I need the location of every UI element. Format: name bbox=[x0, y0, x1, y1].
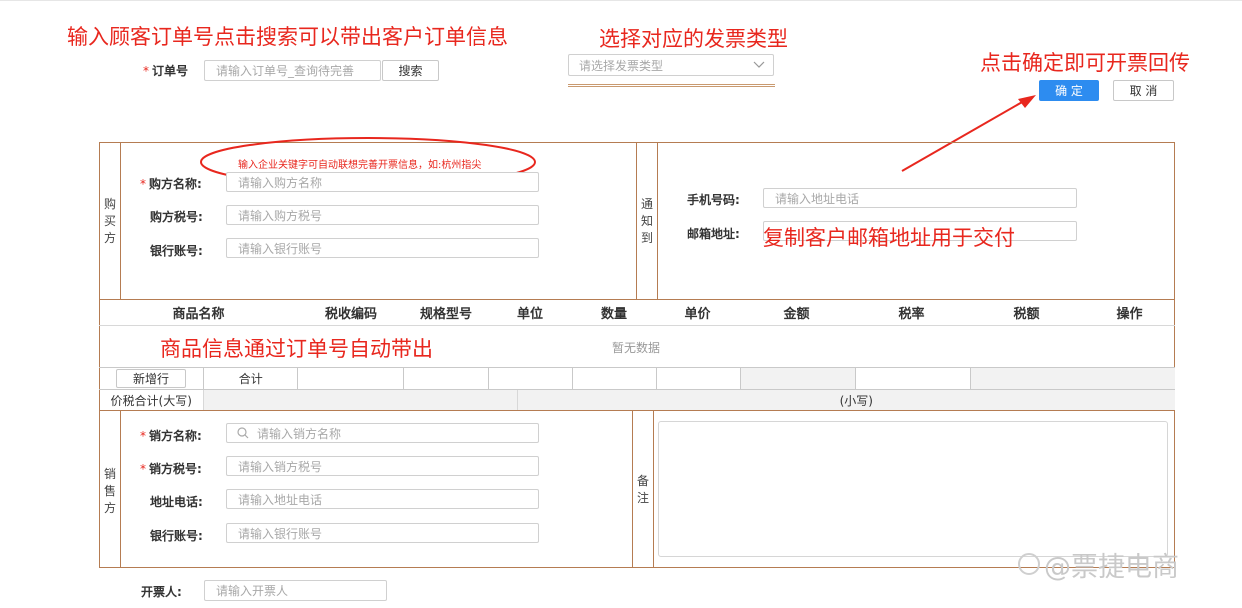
goods-table-header: 商品名称 税收编码 规格型号 单位 数量 单价 金额 税率 税额 操作 bbox=[99, 300, 1175, 325]
total-cell-tax-code bbox=[298, 368, 405, 389]
add-row-cell: 新增行 bbox=[99, 368, 205, 389]
search-icon bbox=[237, 427, 249, 439]
email-label: 邮箱地址: bbox=[687, 227, 740, 241]
notify-divider-left bbox=[636, 142, 637, 299]
total-tax-amount-cell bbox=[970, 368, 1175, 389]
seller-name-placeholder: 请输入销方名称 bbox=[257, 426, 342, 441]
seller-address-input[interactable]: 请输入地址电话 bbox=[226, 489, 539, 509]
total-cell-quantity bbox=[573, 368, 658, 389]
watermark-logo-icon bbox=[1018, 553, 1040, 575]
email-annotation: 复制客户邮箱地址用于交付 bbox=[763, 226, 1015, 250]
watermark-text: @票捷电商 bbox=[1044, 552, 1179, 583]
seller-bank-input[interactable]: 请输入银行账号 bbox=[226, 523, 539, 543]
total-tax-rate-cell bbox=[856, 368, 971, 389]
seller-tax-input[interactable]: 请输入销方税号 bbox=[226, 456, 539, 476]
notify-divider-right bbox=[657, 142, 658, 299]
remark-section-label: 备注 bbox=[636, 474, 649, 505]
seller-tax-label: * 销方税号: bbox=[140, 462, 202, 476]
issuer-label: 开票人: bbox=[141, 585, 182, 599]
buyer-bank-input[interactable]: 请输入银行账号 bbox=[226, 238, 539, 258]
price-tax-upper-value bbox=[203, 390, 518, 410]
buyer-name-label: * 购方名称: bbox=[140, 177, 202, 191]
price-tax-total-row: 价税合计(大写) (小写) bbox=[99, 390, 1175, 410]
seller-bank-label: 银行账号: bbox=[150, 529, 203, 543]
totals-row: 新增行 合计 bbox=[99, 368, 1175, 389]
price-tax-lower-cell: (小写) bbox=[517, 390, 1175, 410]
header-spec: 规格型号 bbox=[419, 307, 472, 322]
header-unit: 单位 bbox=[516, 307, 543, 322]
header-actions: 操作 bbox=[1116, 307, 1143, 322]
buyer-section-label: 购买方 bbox=[103, 197, 116, 245]
seller-address-label: 地址电话: bbox=[150, 495, 203, 509]
buyer-name-input[interactable]: 请输入购方名称 bbox=[226, 172, 539, 192]
remark-textarea[interactable] bbox=[658, 421, 1168, 557]
seller-top-border bbox=[99, 410, 1175, 411]
header-tax-rate: 税率 bbox=[898, 307, 925, 322]
buyer-bank-label: 银行账号: bbox=[150, 244, 203, 258]
buyer-tax-input[interactable]: 请输入购方税号 bbox=[226, 205, 539, 225]
header-unit-price: 单价 bbox=[684, 307, 711, 322]
goods-annotation: 商品信息通过订单号自动带出 bbox=[160, 337, 433, 361]
issuer-input[interactable]: 请输入开票人 bbox=[204, 580, 387, 601]
seller-section-label: 销售方 bbox=[103, 467, 116, 515]
total-cell-unit bbox=[489, 368, 574, 389]
phone-label: 手机号码: bbox=[687, 193, 740, 207]
header-tax-code: 税收编码 bbox=[324, 307, 377, 322]
goods-empty-text: 暂无数据 bbox=[612, 341, 661, 355]
seller-divider bbox=[120, 410, 121, 568]
seller-name-input[interactable]: 请输入销方名称 bbox=[226, 423, 539, 443]
buyer-tax-label: 购方税号: bbox=[150, 210, 203, 224]
goods-header-divider bbox=[99, 325, 1175, 326]
header-goods-name: 商品名称 bbox=[172, 307, 225, 322]
header-amount: 金额 bbox=[783, 307, 810, 322]
total-label-cell: 合计 bbox=[204, 368, 299, 389]
total-amount-cell bbox=[740, 368, 856, 389]
price-tax-lower-label: (小写) bbox=[839, 393, 873, 408]
notify-section-label: 通知到 bbox=[640, 197, 653, 245]
phone-input[interactable]: 请输入地址电话 bbox=[763, 188, 1077, 208]
total-cell-spec bbox=[404, 368, 489, 389]
header-quantity: 数量 bbox=[600, 307, 627, 322]
price-tax-upper-label: 价税合计(大写) bbox=[110, 393, 192, 408]
total-cell-price bbox=[657, 368, 741, 389]
add-row-button[interactable]: 新增行 bbox=[116, 369, 187, 388]
buyer-divider bbox=[120, 142, 121, 299]
remark-divider-left bbox=[632, 410, 633, 568]
header-tax-amount: 税额 bbox=[1013, 307, 1040, 322]
seller-name-label: * 销方名称: bbox=[140, 429, 202, 443]
remark-divider-right bbox=[653, 410, 654, 568]
